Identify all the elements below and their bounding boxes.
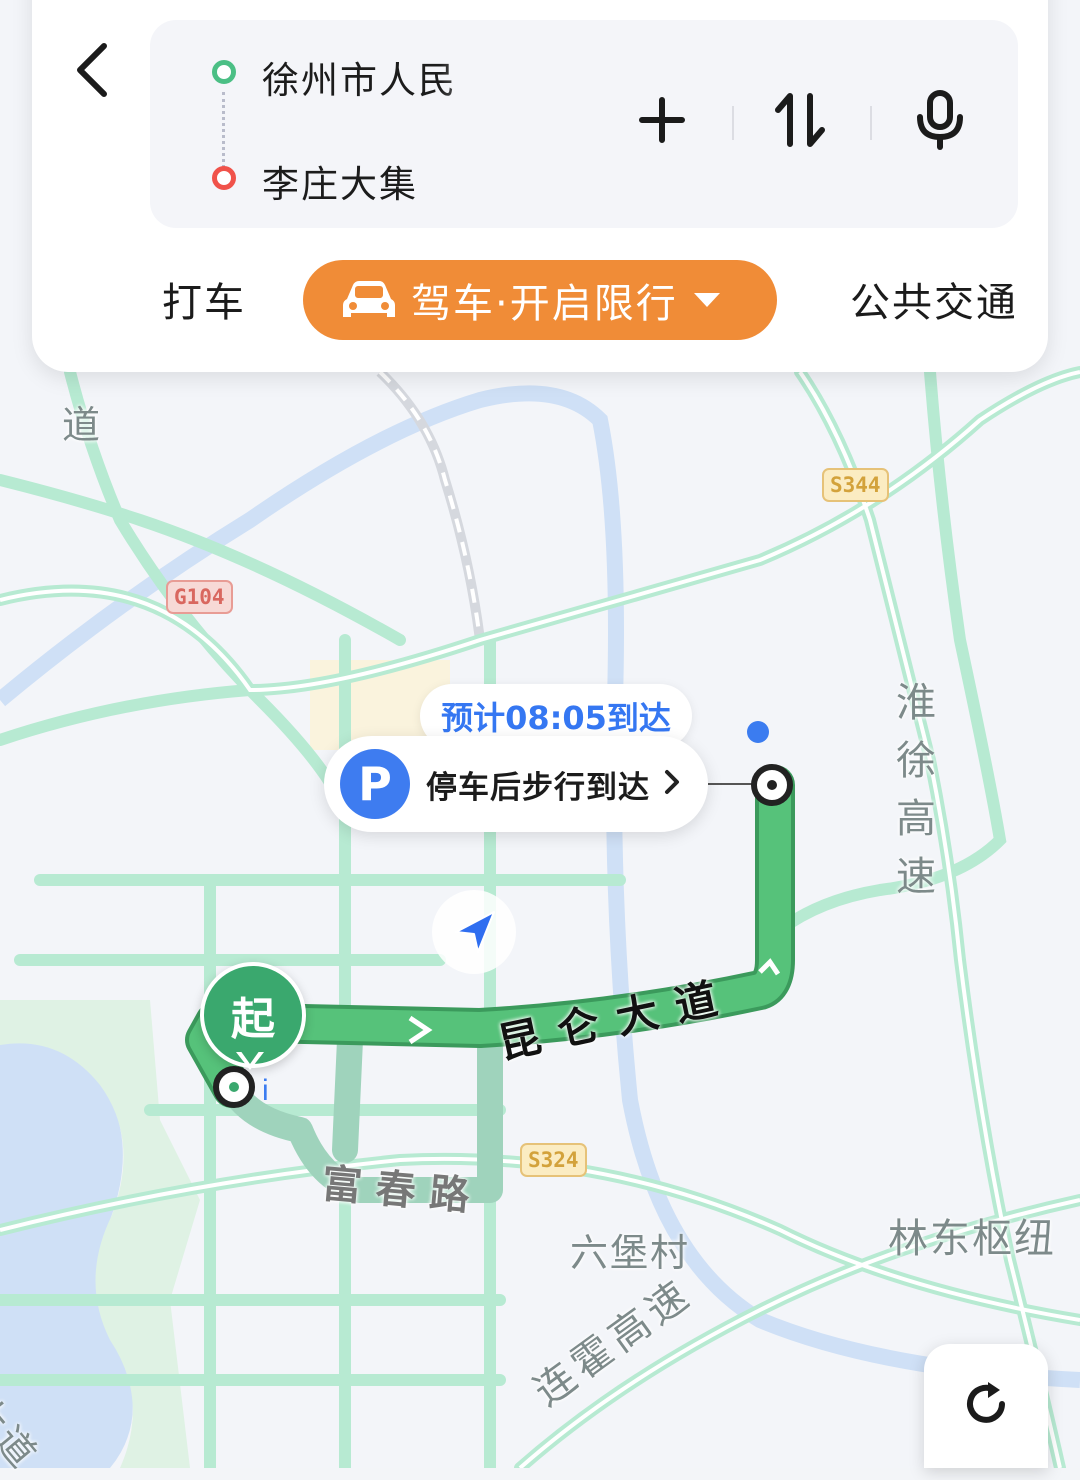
end-dot-icon — [212, 166, 236, 190]
shield-s344: S344 — [822, 468, 889, 502]
route-input-box: 徐州市人民 李庄大集 — [150, 20, 1018, 228]
navigation-arrow-icon — [432, 890, 516, 974]
tool-divider — [870, 106, 872, 140]
refresh-icon — [958, 1376, 1014, 1436]
voice-input-button[interactable] — [904, 86, 976, 158]
driving-mode-label: 驾车·开启限行 — [411, 281, 678, 327]
svg-text:i: i — [262, 1074, 269, 1107]
map-label-huaixu-expressway: 淮徐高速 — [896, 680, 940, 900]
parking-icon: P — [340, 749, 410, 819]
tool-divider — [732, 106, 734, 140]
shield-g104: G104 — [166, 580, 233, 614]
eta-text: 预计08:05到达 — [441, 699, 671, 737]
parking-walk-label: 停车后步行到达 — [426, 769, 650, 806]
map-label-lindong-junction: 林东枢纽 — [888, 1216, 1056, 1262]
chevron-left-icon — [72, 40, 112, 104]
end-location-field[interactable]: 李庄大集 — [262, 154, 418, 208]
microphone-icon — [912, 89, 968, 155]
back-button[interactable] — [60, 40, 124, 104]
tab-taxi[interactable]: 打车 — [162, 258, 246, 340]
parking-walk-bubble[interactable]: P 停车后步行到达 — [324, 736, 708, 832]
car-icon — [341, 277, 397, 323]
start-location-fade — [440, 50, 530, 102]
shield-s324: S324 — [520, 1143, 587, 1177]
add-waypoint-button[interactable] — [626, 86, 698, 158]
destination-dot — [747, 721, 769, 743]
refresh-button[interactable] — [924, 1344, 1048, 1468]
plus-icon — [636, 94, 688, 150]
chevron-right-icon — [662, 768, 682, 800]
tab-driving[interactable]: 驾车·开启限行 — [303, 260, 777, 340]
swap-icon — [772, 90, 828, 154]
map-label-dao-top: 道 — [62, 403, 105, 447]
caret-down-icon — [692, 291, 722, 309]
start-location-field[interactable]: 徐州市人民 — [262, 50, 457, 104]
route-connector — [222, 92, 225, 168]
start-marker-tail-inner — [240, 1050, 260, 1064]
swap-button[interactable] — [764, 86, 836, 158]
tab-transit[interactable]: 公共交通 — [850, 258, 1014, 340]
start-dot-icon — [212, 60, 236, 84]
